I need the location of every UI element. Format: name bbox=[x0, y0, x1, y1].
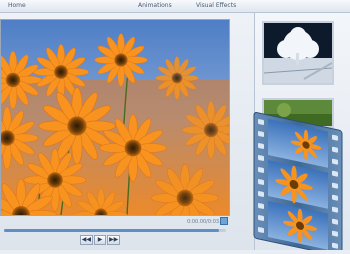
winter-tree-image bbox=[264, 23, 332, 83]
seek-bar-progress bbox=[4, 229, 220, 232]
ribbon-tab-visual-effects[interactable]: Visual Effects bbox=[196, 1, 240, 11]
ribbon-tab-animations[interactable]: Animations bbox=[138, 1, 174, 11]
storyboard-thumbnail-winter-tree[interactable] bbox=[262, 21, 334, 85]
previous-frame-button[interactable]: ◀◀ bbox=[80, 235, 93, 245]
play-button[interactable]: ▶ bbox=[93, 235, 107, 245]
playback-controls: ◀◀ ▶ ▶▶ bbox=[80, 235, 121, 245]
preview-image bbox=[1, 20, 229, 215]
preview-monitor bbox=[0, 19, 230, 216]
fullscreen-icon[interactable] bbox=[220, 217, 228, 225]
ribbon: Home Animations Visual Effects bbox=[0, 0, 350, 13]
film-strip-graphic bbox=[253, 112, 343, 254]
next-frame-button[interactable]: ▶▶ bbox=[107, 235, 121, 245]
ribbon-tab-home[interactable]: Home bbox=[8, 1, 36, 11]
seek-bar[interactable] bbox=[4, 229, 226, 232]
film-strip-icon bbox=[232, 112, 350, 254]
